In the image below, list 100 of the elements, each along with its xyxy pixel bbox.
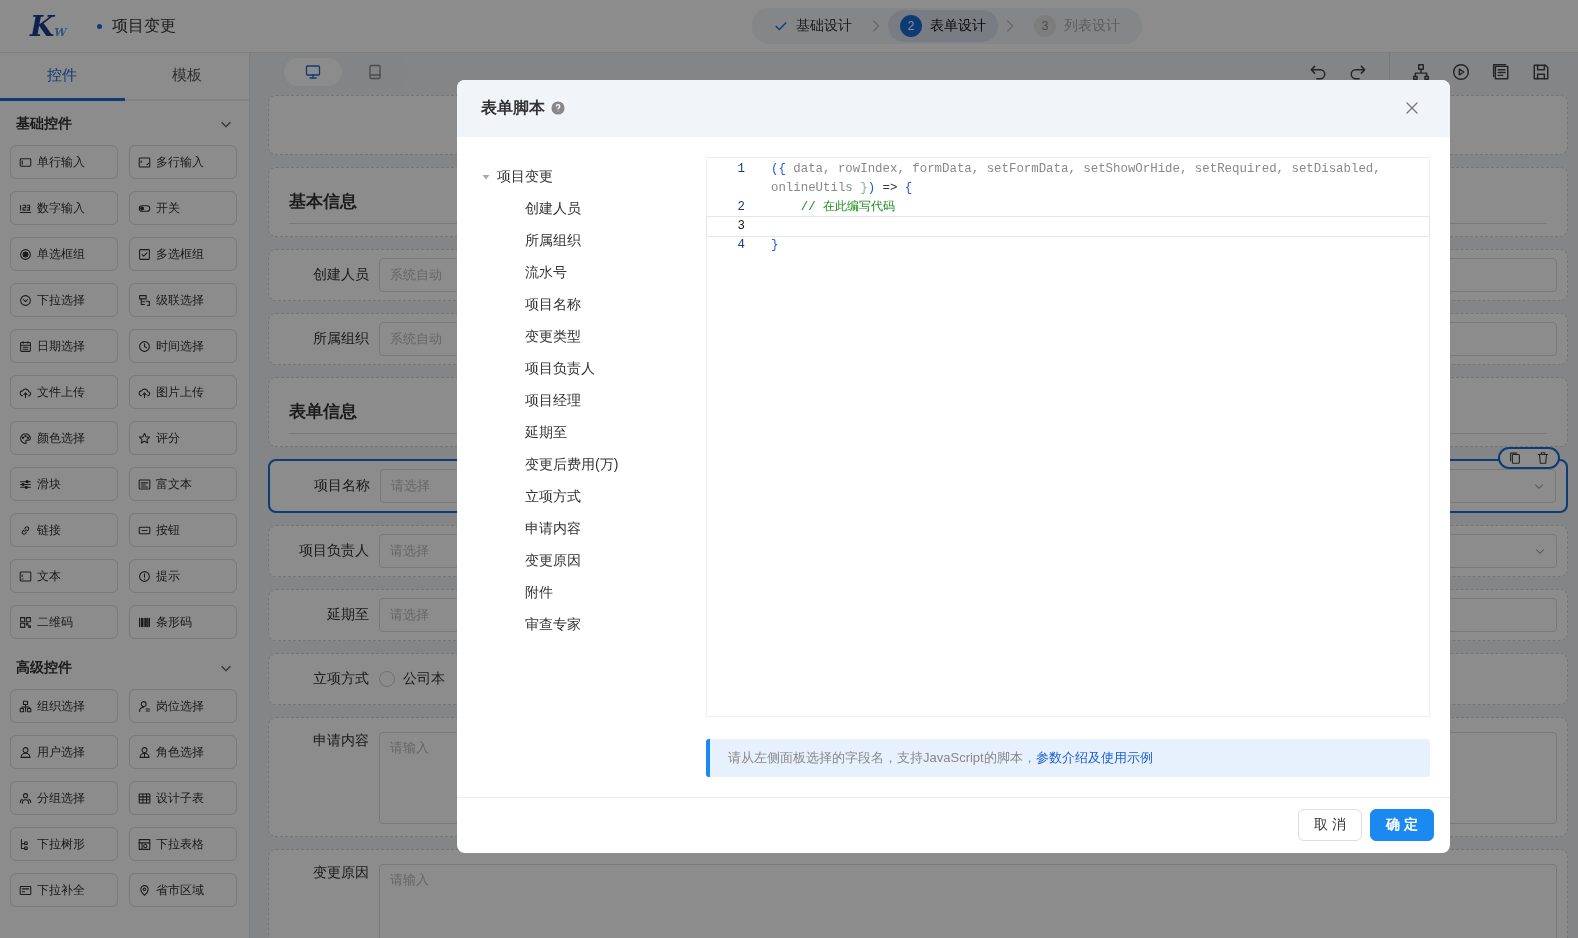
tree-node[interactable]: 项目名称 [525,296,581,314]
dialog-title: 表单脚本 [481,98,545,118]
user-card-icon [138,699,151,713]
widget-button[interactable]: 单选框组 [10,237,118,271]
tree-node[interactable]: 变更后费用(万) [525,456,619,474]
widget-button[interactable]: 开关 [129,191,237,225]
widget-button[interactable]: 时间选择 [129,329,237,363]
table-icon [138,791,151,805]
help-icon[interactable] [551,101,565,116]
widget-button[interactable]: 链接 [10,513,118,547]
field-label: 项目名称 [313,477,371,495]
delete-icon [1536,451,1550,465]
tree-node[interactable]: 申请内容 [525,520,581,538]
widget-button[interactable]: 下拉树形 [10,827,118,861]
field-label: 延期至 [326,606,370,624]
widget-button[interactable]: 条形码 [129,605,237,639]
line-number: 4 [736,237,746,254]
rich-text-icon [138,477,151,491]
tree-node[interactable]: 立项方式 [525,488,581,506]
line-number: 2 [736,199,746,216]
widget-button[interactable]: 文本 [10,559,118,593]
help-link[interactable]: 参数介绍及使用示例 [1035,750,1153,765]
widget-button[interactable]: 下拉补全 [10,873,118,907]
save-icon [1532,63,1550,81]
widget-button[interactable]: 图片上传 [129,375,237,409]
widget-button[interactable]: 分组选择 [10,781,118,815]
field-label: 项目负责人 [298,542,370,560]
text-icon [19,569,32,583]
bullet-icon [96,23,102,29]
code-editor[interactable]: 1 ({ data, rowIndex, formData, setFormData, setShowOrHide, setRequired, setDisabled, onlineUtils }) => { 2 // 在此编写代码 3 4 } [706,157,1430,717]
confirm-button[interactable]: 确 定 [1370,809,1434,842]
radio-icon [19,247,32,261]
widget-button[interactable]: 按钮 [129,513,237,547]
undo-icon [1309,63,1327,81]
widget-button[interactable]: 角色选择 [129,735,237,769]
radio-label: 公司本 [403,670,445,688]
logo: KW [30,9,67,43]
desktop-toggle[interactable] [284,58,342,86]
widget-button[interactable]: 颜色选择 [10,421,118,455]
hierarchy-icon [1412,63,1430,81]
palette-icon [19,431,32,445]
code-line: } [771,237,780,254]
tree-node[interactable]: 项目经理 [525,392,581,410]
tree-node[interactable]: 项目负责人 [525,360,595,378]
barcode-icon [138,615,151,629]
qr-code-icon [19,615,32,629]
widget-button[interactable]: 二维码 [10,605,118,639]
field-label: 所属组织 [312,330,370,348]
widget-button[interactable]: 文件上传 [10,375,118,409]
caret-down-icon[interactable] [481,172,491,182]
map-pin-icon [138,883,151,897]
redo-icon [1349,63,1367,81]
widget-button[interactable]: 数字输入 [10,191,118,225]
user-icon [19,745,32,759]
page-title: 项目变更 [111,15,176,36]
widget-button[interactable]: 评分 [129,421,237,455]
widget-button[interactable]: 岗位选择 [129,689,237,723]
widget-button[interactable]: 滑块 [10,467,118,501]
dropdown-icon [19,293,32,307]
sidebar-tab[interactable]: 控件 [0,53,125,101]
tree-node[interactable]: 变更原因 [525,552,581,570]
field-label: 立项方式 [312,670,370,688]
clock-icon [138,339,151,353]
alert-icon [138,569,151,583]
widget-button[interactable]: 多行输入 [129,145,237,179]
tree-node[interactable]: 流水号 [525,264,567,282]
group-icon [19,791,32,805]
tree-node[interactable]: 所属组织 [525,232,581,250]
chevron-right-icon [870,19,882,33]
widget-button[interactable]: 用户选择 [10,735,118,769]
widget-button[interactable]: 组织选择 [10,689,118,723]
tree-node[interactable]: 变更类型 [525,328,581,346]
step-label: 基础设计 [796,17,852,35]
widget-button[interactable]: 下拉表格 [129,827,237,861]
widget-button[interactable]: 提示 [129,559,237,593]
cancel-button[interactable]: 取 消 [1298,809,1363,842]
widget-button[interactable]: 下拉选择 [10,283,118,317]
document-icon [1492,63,1510,81]
section-title: 基础控件 [16,115,72,133]
sidebar-tab[interactable]: 模板 [124,53,249,101]
calendar-icon [19,339,32,353]
widget-button[interactable]: 省市区域 [129,873,237,907]
tablet-icon [367,64,383,80]
widget-button[interactable]: 富文本 [129,467,237,501]
checkbox-icon [138,247,151,261]
tree-node[interactable]: 审查专家 [525,616,581,634]
step-item[interactable]: 2 表单设计 [888,10,998,42]
code-line: // 在此编写代码 [799,199,897,216]
widget-button[interactable]: 设计子表 [129,781,237,815]
tree-node[interactable]: 附件 [525,584,553,602]
step-item[interactable]: 基础设计 [762,10,864,42]
sliders-icon [19,477,32,491]
link-icon [19,523,32,537]
widget-button[interactable]: 多选框组 [129,237,237,271]
field-label: 创建人员 [312,266,370,284]
chevron-right-icon [1004,19,1016,33]
widget-button[interactable]: 单行输入 [10,145,118,179]
widget-button[interactable]: 级联选择 [129,283,237,317]
tree-node[interactable]: 创建人员 [525,200,581,218]
widget-button[interactable]: 日期选择 [10,329,118,363]
